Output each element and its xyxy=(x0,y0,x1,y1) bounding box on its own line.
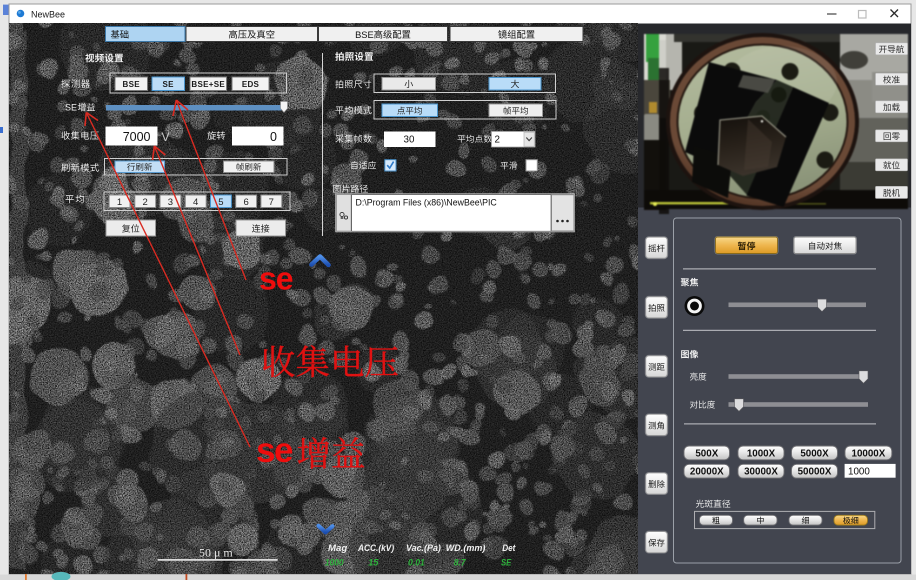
svg-text:3: 3 xyxy=(168,197,173,208)
svg-text:6: 6 xyxy=(243,197,248,208)
svg-text:0: 0 xyxy=(270,130,277,144)
svg-text:1000X: 1000X xyxy=(747,448,776,459)
svg-text:EDS: EDS xyxy=(242,80,260,89)
svg-text:50 μ m: 50 μ m xyxy=(199,546,233,560)
svg-text:2: 2 xyxy=(495,135,500,146)
svg-text:V: V xyxy=(162,130,170,144)
svg-text:Vac.(Pa): Vac.(Pa) xyxy=(406,543,441,554)
svg-text:10000X: 10000X xyxy=(852,448,886,459)
svg-text:ACC.(kV): ACC.(kV) xyxy=(357,543,394,554)
svg-text:WD.(mm): WD.(mm) xyxy=(446,543,486,554)
svg-text:se: se xyxy=(256,431,293,470)
svg-text:30000X: 30000X xyxy=(744,467,778,478)
svg-text:NewBee: NewBee xyxy=(31,9,65,19)
svg-text:30: 30 xyxy=(404,135,415,146)
svg-text:SE: SE xyxy=(163,80,175,89)
svg-text:SE: SE xyxy=(501,557,512,568)
svg-text:Det: Det xyxy=(502,543,516,554)
svg-text:Mag: Mag xyxy=(328,543,347,554)
svg-text:1: 1 xyxy=(117,197,122,208)
svg-text:0.01: 0.01 xyxy=(408,557,425,568)
svg-text:500X: 500X xyxy=(695,448,718,459)
svg-text:2: 2 xyxy=(143,197,148,208)
svg-text:1000: 1000 xyxy=(848,467,870,478)
svg-text:BSE: BSE xyxy=(355,30,374,40)
svg-text:4: 4 xyxy=(193,197,198,208)
svg-text:SE: SE xyxy=(65,103,77,113)
svg-text:8.7: 8.7 xyxy=(454,557,467,568)
svg-text:se: se xyxy=(259,261,293,297)
svg-text:7: 7 xyxy=(269,197,274,208)
svg-text:D:\Program Files (x86)\NewBee\: D:\Program Files (x86)\NewBee\PIC xyxy=(356,197,498,207)
svg-text:BSE+SE: BSE+SE xyxy=(191,80,225,89)
svg-text:BSE: BSE xyxy=(123,80,141,89)
svg-text:20000X: 20000X xyxy=(690,467,724,478)
svg-text:5000X: 5000X xyxy=(800,448,829,459)
svg-text:1000: 1000 xyxy=(325,557,344,568)
svg-text:5: 5 xyxy=(218,197,223,208)
svg-text:7000: 7000 xyxy=(123,130,151,144)
svg-text:15: 15 xyxy=(368,557,379,568)
svg-text:50000X: 50000X xyxy=(798,467,832,478)
